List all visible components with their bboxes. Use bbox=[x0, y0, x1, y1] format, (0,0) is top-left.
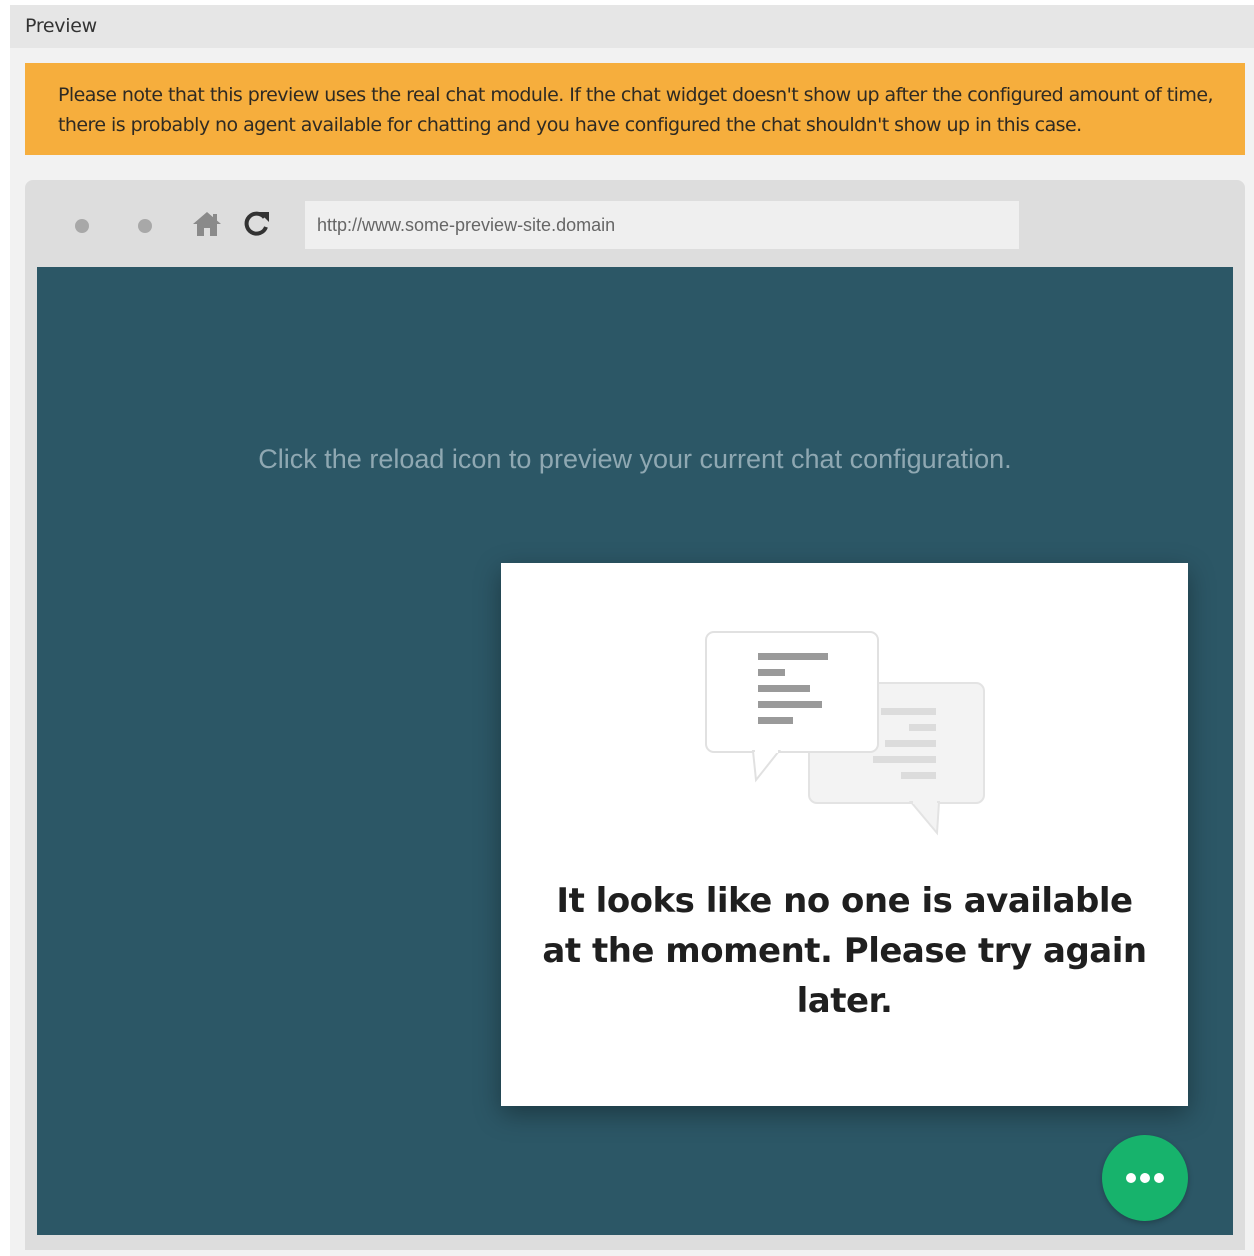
notice-text: Please note that this preview uses the r… bbox=[58, 84, 1214, 136]
chat-bubbles-icon bbox=[705, 631, 985, 836]
ellipsis-icon bbox=[1140, 1173, 1150, 1183]
panel-title: Preview bbox=[25, 15, 97, 37]
url-bar[interactable]: http://www.some-preview-site.domain bbox=[305, 201, 1019, 249]
home-icon bbox=[193, 212, 221, 236]
ellipsis-icon bbox=[1126, 1173, 1136, 1183]
panel-header: Preview bbox=[10, 5, 1254, 48]
no-agent-message: It looks like no one is available at the… bbox=[542, 881, 1147, 1021]
chat-unavailable-card: It looks like no one is available at the… bbox=[501, 563, 1188, 1106]
chat-toggle-button[interactable] bbox=[1102, 1135, 1188, 1221]
dot-icon bbox=[75, 219, 89, 233]
ellipsis-icon bbox=[1154, 1173, 1164, 1183]
preview-panel: Preview Please note that this preview us… bbox=[10, 5, 1254, 1256]
browser-mockup: http://www.some-preview-site.domain Clic… bbox=[25, 180, 1245, 1250]
preview-viewport: Click the reload icon to preview your cu… bbox=[37, 267, 1233, 1235]
dot-icon bbox=[138, 219, 152, 233]
notice-box: Please note that this preview uses the r… bbox=[25, 63, 1245, 155]
reload-icon[interactable] bbox=[242, 208, 272, 238]
reload-hint: Click the reload icon to preview your cu… bbox=[258, 444, 1012, 474]
